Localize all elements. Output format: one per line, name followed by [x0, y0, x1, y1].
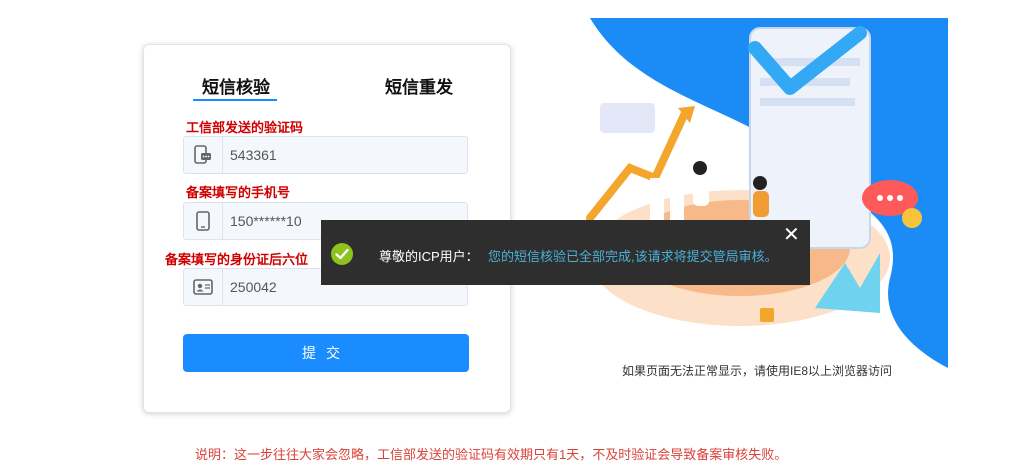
tab-sms-resend[interactable]: 短信重发: [385, 73, 453, 98]
browser-compatibility-tip: 如果页面无法正常显示，请使用IE8以上浏览器访问: [622, 364, 893, 378]
sms-phone-icon: [184, 137, 223, 173]
phone-number-value: 150******10: [230, 213, 302, 229]
success-toast: 尊敬的ICP用户： 您的短信核验已全部完成,该请求将提交管局审核。 ✕: [321, 220, 810, 285]
verification-code-field[interactable]: 543361: [183, 136, 468, 174]
tab-sms-verify-label: 短信核验: [202, 78, 270, 97]
success-check-icon: [331, 243, 353, 265]
id-card-icon: [184, 269, 223, 305]
id-last-six-value: 250042: [230, 279, 277, 295]
active-tab-underline: [193, 99, 277, 101]
verification-code-value: 543361: [230, 147, 277, 163]
tab-sms-verify[interactable]: 短信核验: [193, 73, 277, 101]
mobile-phone-icon: [184, 203, 223, 239]
footer-note: 说明：这一步往往大家会忽略，工信部发送的验证码有效期只有1天，不及时验证会导致备…: [195, 447, 788, 462]
tab-sms-resend-label: 短信重发: [385, 78, 453, 97]
toast-title: 尊敬的ICP用户：: [379, 249, 479, 264]
close-icon[interactable]: ✕: [783, 222, 800, 247]
submit-button[interactable]: 提交: [183, 334, 469, 372]
phone-field-label: 备案填写的手机号: [186, 185, 291, 200]
id-field-label: 备案填写的身份证后六位: [165, 252, 309, 267]
toast-message: 您的短信核验已全部完成,该请求将提交管局审核。: [488, 249, 778, 264]
verification-illustration: [586, 18, 948, 368]
code-field-label: 工信部发送的验证码: [186, 120, 304, 135]
